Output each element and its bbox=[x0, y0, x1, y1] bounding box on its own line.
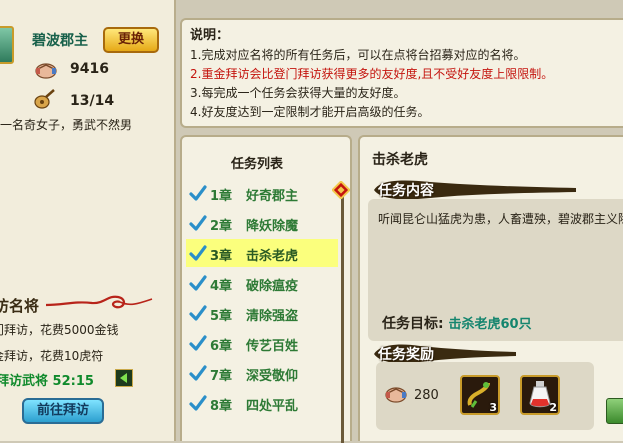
task-chapter: 7章 bbox=[210, 369, 233, 384]
reward-banner-label: 任务奖励 bbox=[378, 347, 434, 363]
item-count: 2 bbox=[549, 401, 557, 414]
tasks-progress: 13/14 bbox=[70, 93, 115, 109]
gourd-item-icon[interactable]: 3 bbox=[460, 375, 500, 415]
task-goal-value: 击杀老虎60只 bbox=[448, 317, 532, 332]
task-goal-label: 任务目标: bbox=[382, 316, 444, 332]
task-item[interactable]: 3章 击杀老虎 bbox=[186, 239, 338, 267]
task-chapter: 3章 bbox=[210, 249, 233, 264]
guitar-quest-icon bbox=[34, 89, 55, 109]
cloud-swirl-icon bbox=[45, 295, 153, 309]
task-list-scrollbar[interactable] bbox=[341, 183, 344, 443]
potion-item-icon[interactable]: 2 bbox=[520, 375, 560, 415]
task-chapter: 6章 bbox=[210, 339, 233, 354]
instruction-line: 4.好友度达到一定限制才能开启高级的任务。 bbox=[190, 105, 430, 119]
play-arrow-button[interactable] bbox=[115, 369, 133, 387]
checkmark-icon bbox=[189, 395, 207, 411]
instructions-title: 说明： bbox=[190, 28, 230, 43]
task-item[interactable]: 8章 四处平乱 bbox=[186, 389, 338, 417]
task-name: 降妖除魔 bbox=[246, 219, 299, 234]
content-banner-label: 任务内容 bbox=[378, 183, 434, 199]
visit-section-title: 访名将 bbox=[0, 297, 40, 315]
task-chapter: 5章 bbox=[210, 309, 233, 324]
character-panel: 碧波郡主 更换 9416 13/14 一名奇女子，勇武不然男 访名将 门拜访，花… bbox=[0, 0, 176, 441]
go-visit-button[interactable]: 前往拜访 bbox=[22, 398, 104, 424]
task-detail-title: 击杀老虎 bbox=[372, 152, 428, 168]
instruction-line: 3.每完成一个任务会获得大量的友好度。 bbox=[190, 86, 406, 100]
checkmark-icon bbox=[189, 245, 207, 261]
visit-count-value: 52:15 bbox=[52, 374, 94, 389]
task-item[interactable]: 4章 破除瘟疫 bbox=[186, 269, 338, 297]
task-item[interactable]: 7章 深受敬仰 bbox=[186, 359, 338, 387]
visit-option-gold[interactable]: 门拜访，花费5000金钱 bbox=[0, 321, 119, 338]
task-item[interactable]: 6章 传艺百姓 bbox=[186, 329, 338, 357]
task-detail-panel: 击杀老虎 任务内容 听闻昆仑山猛虎为患，人畜遭殃，碧波郡主义除害 任务目标: 击… bbox=[358, 135, 623, 441]
instruction-line-warning: 2.重金拜访会比登门拜访获得更多的友好度,且不受好友度上限限制。 bbox=[190, 67, 554, 81]
task-chapter: 4章 bbox=[210, 279, 233, 294]
task-name: 击杀老虎 bbox=[246, 249, 299, 264]
task-chapter: 8章 bbox=[210, 399, 233, 414]
general-bio: 一名奇女子，勇武不然男 bbox=[0, 118, 133, 132]
visit-count-row: 拜访武将 52:15 bbox=[0, 370, 94, 389]
task-name: 好奇郡主 bbox=[246, 189, 299, 204]
task-list-panel: 任务列表 1章 好奇郡主 2章 降妖除魔 3章 击杀老虎 4章 破除瘟疫 5章 清除强盗 6章 传艺百… bbox=[180, 135, 352, 443]
checkmark-icon bbox=[189, 275, 207, 291]
instructions-panel: 说明： 1.完成对应名将的所有任务后，可以在点将台招募对应的名将。 2.重金拜访… bbox=[180, 18, 623, 128]
scroll-thumb-icon[interactable] bbox=[332, 181, 350, 199]
task-name: 传艺百姓 bbox=[246, 339, 299, 354]
task-list-title: 任务列表 bbox=[230, 157, 283, 172]
general-portrait[interactable] bbox=[0, 26, 14, 64]
task-chapter: 2章 bbox=[210, 219, 233, 234]
handshake-icon bbox=[35, 63, 57, 79]
general-name: 碧波郡主 bbox=[32, 33, 88, 49]
friendship-value: 9416 bbox=[70, 61, 109, 77]
visit-count-label: 拜访武将 bbox=[0, 374, 49, 389]
checkmark-icon bbox=[189, 365, 207, 381]
task-item[interactable]: 2章 降妖除魔 bbox=[186, 209, 338, 237]
task-item[interactable]: 1章 好奇郡主 bbox=[186, 179, 338, 207]
checkmark-icon bbox=[189, 305, 207, 321]
checkmark-icon bbox=[189, 335, 207, 351]
task-name: 清除强盗 bbox=[246, 309, 299, 324]
task-name: 破除瘟疫 bbox=[246, 279, 299, 294]
item-count: 3 bbox=[489, 401, 497, 414]
swap-general-button[interactable]: 更换 bbox=[103, 27, 159, 53]
handshake-icon bbox=[385, 387, 407, 403]
task-name: 深受敬仰 bbox=[246, 369, 299, 384]
checkmark-icon bbox=[189, 215, 207, 231]
task-content-text: 听闻昆仑山猛虎为患，人畜遭殃，碧波郡主义除害 bbox=[378, 212, 623, 226]
visit-option-tally[interactable]: 金拜访，花费10虎符 bbox=[0, 347, 103, 364]
checkmark-icon bbox=[189, 185, 207, 201]
task-name: 四处平乱 bbox=[246, 399, 299, 414]
reward-friendship-value: 280 bbox=[414, 388, 439, 403]
instruction-line: 1.完成对应名将的所有任务后，可以在点将台招募对应的名将。 bbox=[190, 48, 526, 62]
task-goal: 任务目标: 击杀老虎60只 bbox=[382, 313, 532, 333]
task-chapter: 1章 bbox=[210, 189, 233, 204]
accept-task-button[interactable] bbox=[606, 398, 623, 424]
task-item[interactable]: 5章 清除强盗 bbox=[186, 299, 338, 327]
